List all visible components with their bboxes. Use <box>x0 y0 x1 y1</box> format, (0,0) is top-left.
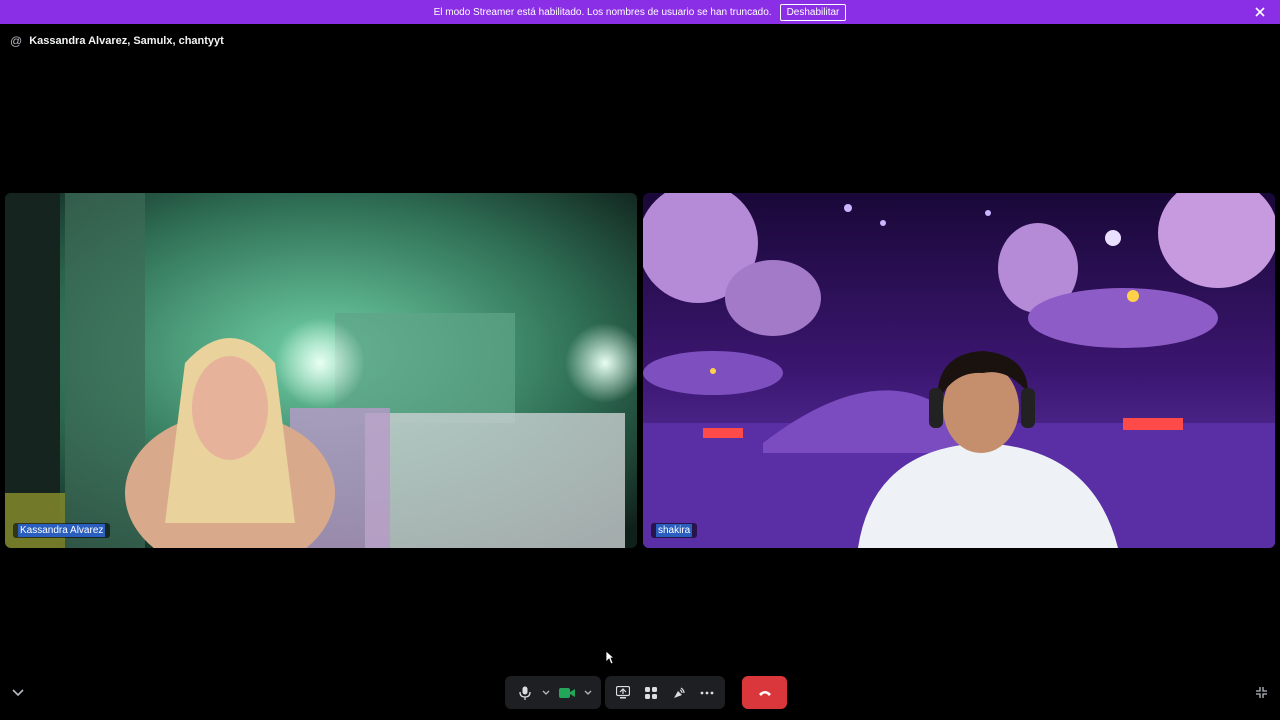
video-feed <box>643 193 1275 548</box>
mic-camera-group <box>505 676 601 709</box>
phone-hangup-icon <box>758 690 771 696</box>
participant-name: Kassandra Alvarez <box>18 524 106 537</box>
camera-button[interactable] <box>553 678 581 707</box>
activities-icon <box>645 686 657 699</box>
exit-fullscreen-icon[interactable] <box>1253 684 1269 700</box>
streamer-mode-banner: El modo Streamer está habilitado. Los no… <box>0 0 1280 24</box>
at-icon: @ <box>10 34 23 48</box>
participant-name: shakira <box>656 524 693 537</box>
microphone-icon <box>519 686 531 700</box>
call-header: @ Kassandra Alvarez, Samulx, chantyyt <box>10 33 224 49</box>
close-icon[interactable] <box>1252 4 1268 20</box>
screen-share-button[interactable] <box>609 679 637 707</box>
video-tile-kassandra[interactable]: Kassandra Alvarez <box>5 193 637 548</box>
video-tile-shakira[interactable]: shakira <box>643 193 1275 548</box>
more-icon <box>700 691 714 694</box>
call-controls-av <box>505 676 601 709</box>
call-participants-title: Kassandra Alvarez, Samulx, chantyyt <box>29 35 224 47</box>
camera-icon <box>559 687 575 698</box>
activities-button[interactable] <box>637 679 665 707</box>
mouse-cursor-icon <box>605 650 616 670</box>
banner-message: El modo Streamer está habilitado. Los no… <box>433 6 772 18</box>
participant-name-tag: shakira <box>651 523 698 538</box>
screen-share-icon <box>616 686 630 699</box>
chevron-down-icon[interactable] <box>10 686 26 700</box>
microphone-button[interactable] <box>511 679 539 707</box>
soundboard-icon <box>674 687 685 698</box>
participant-name-tag: Kassandra Alvarez <box>13 523 111 538</box>
call-controls-actions <box>605 676 725 709</box>
soundboard-button[interactable] <box>665 679 693 707</box>
camera-options-chevron[interactable] <box>581 679 595 707</box>
disconnect-call-button[interactable] <box>742 676 787 709</box>
video-feed <box>5 193 637 548</box>
disable-streamer-mode-button[interactable]: Deshabilitar <box>779 3 847 21</box>
actions-group <box>605 676 725 709</box>
microphone-options-chevron[interactable] <box>539 679 553 707</box>
more-options-button[interactable] <box>693 679 721 707</box>
